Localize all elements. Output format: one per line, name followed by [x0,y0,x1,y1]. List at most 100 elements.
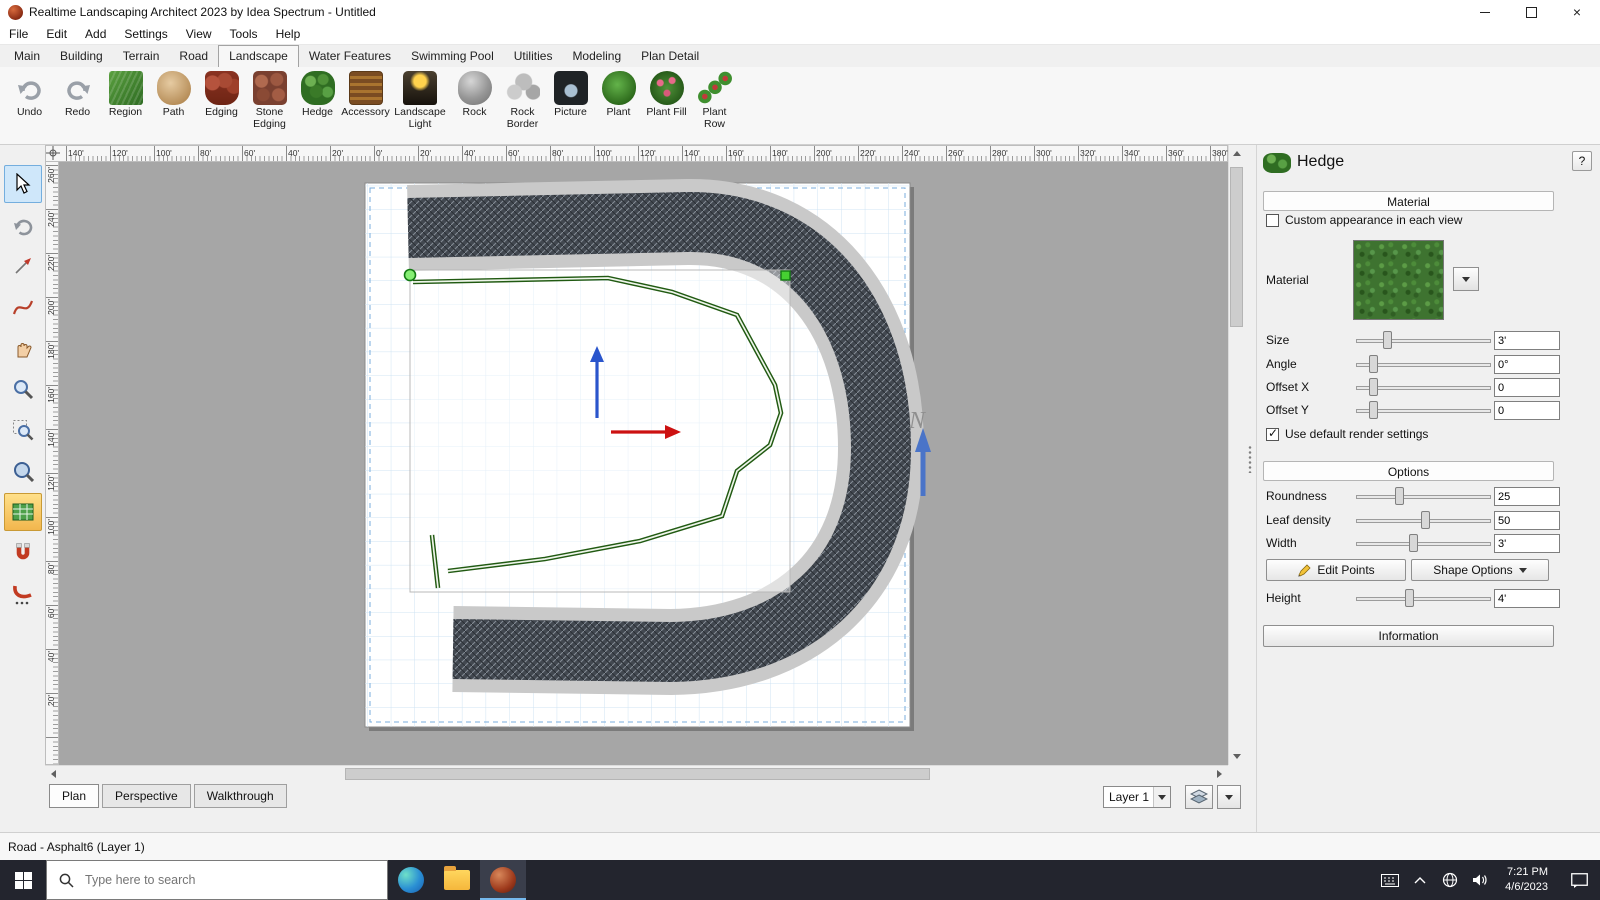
leaf-density-input[interactable] [1494,511,1560,530]
options-section-header[interactable]: Options [1263,461,1554,481]
slider-thumb[interactable] [1369,355,1378,373]
tab-building[interactable]: Building [50,46,113,67]
width-slider[interactable] [1356,534,1491,552]
maximize-button[interactable] [1508,0,1554,24]
use-default-render-checkbox[interactable] [1266,426,1279,441]
angle-slider[interactable] [1356,355,1491,373]
height-slider[interactable] [1356,589,1491,607]
minimize-button[interactable] [1462,0,1508,24]
scroll-right-button[interactable] [1211,766,1228,782]
grid-tool-button[interactable] [3,493,42,531]
offset-y-slider[interactable] [1356,401,1491,419]
tab-swimming-pool[interactable]: Swimming Pool [401,46,504,67]
measure-tool-button[interactable] [4,247,42,285]
curve-tool-button[interactable] [4,288,42,326]
material-section-header[interactable]: Material [1263,191,1554,211]
taskbar-edge-icon[interactable] [388,860,434,900]
material-dropdown-button[interactable] [1453,267,1479,291]
snap-options-tool-button[interactable] [4,575,42,613]
select-tool-button[interactable] [3,165,42,203]
layers-button[interactable] [1185,785,1213,809]
slider-thumb[interactable] [1421,511,1430,529]
tab-main[interactable]: Main [4,46,50,67]
menu-item-settings[interactable]: Settings [115,25,176,43]
slider-thumb[interactable] [1395,487,1404,505]
toolbar-button-plant-row[interactable]: Plant Row [691,71,738,131]
layer-select[interactable]: Layer 1 [1103,786,1171,808]
selection-handle-end[interactable] [780,270,791,281]
view-tab-walkthrough[interactable]: Walkthrough [193,784,287,808]
selection-handle-start[interactable] [403,268,417,282]
tab-landscape[interactable]: Landscape [218,45,299,67]
width-input[interactable] [1494,534,1560,553]
information-button[interactable]: Information [1263,625,1554,647]
help-button[interactable]: ? [1572,151,1592,171]
volume-icon[interactable] [1465,860,1495,900]
custom-appearance-checkbox[interactable] [1266,213,1279,227]
roundness-input[interactable] [1494,487,1560,506]
slider-thumb[interactable] [1383,331,1392,349]
scroll-up-button[interactable] [1229,145,1245,162]
taskbar-clock[interactable]: 7:21 PM 4/6/2023 [1495,865,1558,895]
view-tab-plan[interactable]: Plan [49,784,100,808]
toolbar-button-landscape-light[interactable]: Landscape Light [390,71,450,131]
toolbar-button-path[interactable]: Path [150,71,197,119]
plan-canvas[interactable]: N [59,162,1228,765]
taskbar-app-icon[interactable] [480,860,526,900]
view-tab-perspective[interactable]: Perspective [102,784,191,808]
search-input[interactable] [83,872,347,888]
tab-terrain[interactable]: Terrain [113,46,170,67]
scroll-left-button[interactable] [45,766,62,782]
size-slider[interactable] [1356,331,1491,349]
toolbar-button-redo[interactable]: Redo [54,71,101,119]
size-input[interactable] [1494,331,1560,350]
tab-road[interactable]: Road [169,46,218,67]
slider-thumb[interactable] [1405,589,1414,607]
start-button[interactable] [0,860,46,900]
menu-item-file[interactable]: File [0,25,37,43]
toolbar-button-picture[interactable]: Picture [547,71,594,119]
toolbar-button-accessory[interactable]: Accessory [341,71,390,119]
snap-tool-button[interactable] [4,534,42,572]
offset-x-slider[interactable] [1356,378,1491,396]
layer-options-button[interactable] [1217,785,1241,809]
menu-item-tools[interactable]: Tools [221,25,267,43]
toolbar-button-edging[interactable]: Edging [198,71,245,119]
tab-utilities[interactable]: Utilities [504,46,563,67]
roundness-slider[interactable] [1356,487,1491,505]
menu-item-help[interactable]: Help [267,25,310,43]
taskbar-explorer-icon[interactable] [434,860,480,900]
leaf-density-slider[interactable] [1356,511,1491,529]
zoom-tool-button[interactable] [4,370,42,408]
offset-x-input[interactable] [1494,378,1560,397]
tab-water-features[interactable]: Water Features [299,46,401,67]
toolbar-button-plant[interactable]: Plant [595,71,642,119]
edit-points-button[interactable]: Edit Points [1266,559,1406,581]
horizontal-scroll-thumb[interactable] [345,768,930,780]
toolbar-button-rock-border[interactable]: Rock Border [499,71,546,131]
canvas-horizontal-scrollbar[interactable] [45,765,1228,782]
toolbar-button-rock[interactable]: Rock [451,71,498,119]
taskbar-search[interactable] [46,860,388,900]
offset-y-input[interactable] [1494,401,1560,420]
menu-item-view[interactable]: View [177,25,221,43]
scroll-down-button[interactable] [1229,748,1245,765]
material-swatch[interactable] [1353,240,1444,320]
action-center-button[interactable] [1558,860,1600,900]
tray-expand-icon[interactable] [1405,860,1435,900]
zoom-region-tool-button[interactable] [4,411,42,449]
slider-thumb[interactable] [1409,534,1418,552]
vertical-scroll-thumb[interactable] [1230,167,1243,327]
canvas-vertical-scrollbar[interactable] [1228,145,1244,765]
tab-plan-detail[interactable]: Plan Detail [631,46,709,67]
shape-options-button[interactable]: Shape Options [1411,559,1549,581]
tab-modeling[interactable]: Modeling [562,46,631,67]
toolbar-button-hedge[interactable]: Hedge [294,71,341,119]
panel-resize-handle[interactable] [1248,445,1252,473]
toolbar-button-region[interactable]: Region [102,71,149,119]
pan-tool-button[interactable] [4,329,42,367]
close-button[interactable]: × [1554,0,1600,24]
menu-item-add[interactable]: Add [76,25,115,43]
angle-input[interactable] [1494,355,1560,374]
rotate-tool-button[interactable] [4,206,42,244]
